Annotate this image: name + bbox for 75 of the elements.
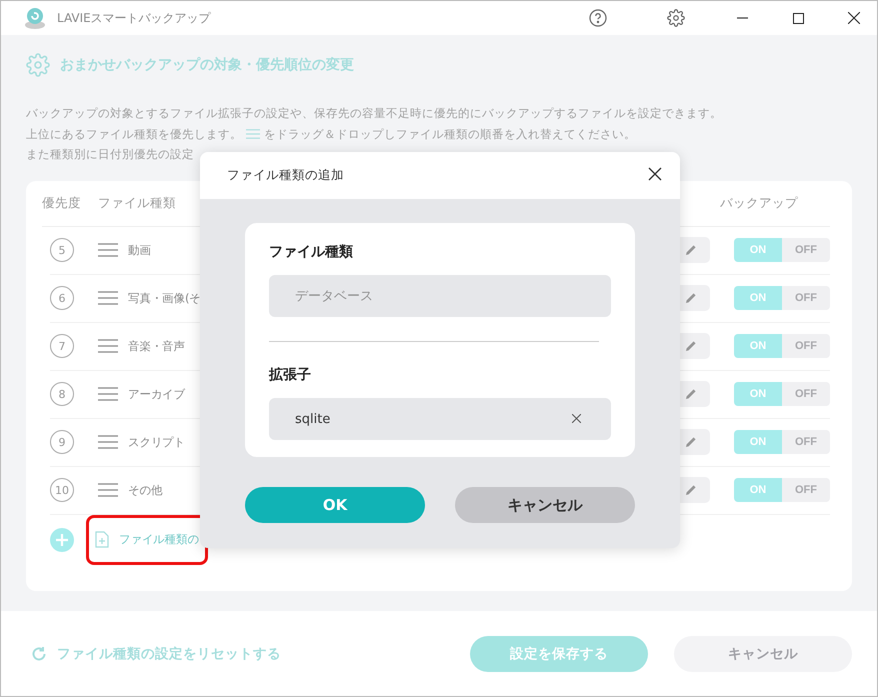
drag-handle-icon bbox=[98, 483, 118, 497]
file-type-name: スクリプト bbox=[128, 434, 186, 450]
refresh-icon bbox=[31, 646, 47, 662]
file-add-icon bbox=[95, 531, 109, 548]
priority-number: 9 bbox=[50, 430, 74, 454]
off-option[interactable]: OFF bbox=[782, 382, 830, 406]
drag-handle-icon bbox=[98, 435, 118, 449]
cancel-button[interactable]: キャンセル bbox=[455, 487, 635, 523]
off-option[interactable]: OFF bbox=[782, 334, 830, 358]
backup-toggle[interactable]: ON OFF bbox=[734, 430, 830, 454]
help-icon bbox=[589, 9, 607, 27]
close-icon bbox=[848, 12, 860, 24]
save-button[interactable]: 設定を保存する bbox=[470, 636, 648, 672]
field-label: 拡張子 bbox=[269, 366, 312, 384]
off-option[interactable]: OFF bbox=[782, 430, 830, 454]
priority-number: 8 bbox=[50, 382, 74, 406]
file-type-name: アーカイブ bbox=[128, 386, 186, 402]
file-type-name: 写真・画像(そ bbox=[128, 290, 200, 306]
drag-handle-icon bbox=[98, 243, 118, 257]
maximize-icon bbox=[792, 12, 804, 24]
backup-toggle[interactable]: ON OFF bbox=[734, 286, 830, 310]
backup-toggle[interactable]: ON OFF bbox=[734, 238, 830, 262]
cancel-button[interactable]: キャンセル bbox=[674, 636, 852, 672]
description-text: また種類別に日付別優先の設定 bbox=[26, 146, 194, 163]
pencil-icon bbox=[685, 436, 697, 448]
on-option[interactable]: ON bbox=[734, 382, 782, 406]
pencil-icon bbox=[685, 340, 697, 352]
reset-link[interactable]: ファイル種類の設定をリセットする bbox=[31, 644, 470, 662]
off-option[interactable]: OFF bbox=[782, 238, 830, 262]
pencil-icon bbox=[685, 244, 697, 256]
on-option[interactable]: ON bbox=[734, 286, 782, 310]
priority-number: 6 bbox=[50, 286, 74, 310]
field-label: ファイル種類 bbox=[269, 243, 354, 261]
drag-handle-icon bbox=[98, 387, 118, 401]
window-title: LAVIEスマートバックアップ bbox=[57, 10, 212, 26]
priority-number: 10 bbox=[50, 478, 74, 502]
off-option[interactable]: OFF bbox=[782, 478, 830, 502]
on-option[interactable]: ON bbox=[734, 478, 782, 502]
section-heading: おまかせバックアップの対象・優先順位の変更 bbox=[60, 56, 354, 74]
column-header: ファイル種類 bbox=[98, 194, 177, 212]
description-text: をドラッグ＆ドロップしファイル種類の順番を入れ替えてください。 bbox=[264, 126, 636, 142]
file-type-field[interactable]: データベース bbox=[269, 275, 611, 317]
column-header: バックアップ bbox=[720, 194, 798, 212]
drag-handle-icon bbox=[246, 126, 260, 141]
settings-icon bbox=[667, 9, 685, 27]
priority-number: 5 bbox=[50, 238, 74, 262]
add-circle-icon bbox=[50, 528, 74, 552]
off-option[interactable]: OFF bbox=[782, 286, 830, 310]
file-type-name: 音楽・音声 bbox=[128, 338, 186, 354]
ok-button[interactable]: OK bbox=[245, 487, 425, 523]
description-text: 上位にあるファイル種類を優先します。 bbox=[26, 126, 242, 142]
clear-icon bbox=[572, 414, 581, 423]
description-text: バックアップの対象とするファイル拡張子の設定や、保存先の容量不足時に優先的にバックアップするファイルを設定できます。 bbox=[26, 105, 722, 122]
close-icon bbox=[648, 166, 662, 180]
minimize-icon bbox=[736, 17, 748, 19]
on-option[interactable]: ON bbox=[734, 238, 782, 262]
dialog-title: ファイル種類の追加 bbox=[227, 167, 345, 184]
gear-icon bbox=[26, 53, 50, 77]
backup-toggle[interactable]: ON OFF bbox=[734, 478, 830, 502]
on-option[interactable]: ON bbox=[734, 334, 782, 358]
pencil-icon bbox=[685, 484, 697, 496]
file-type-name: その他 bbox=[128, 482, 162, 498]
pencil-icon bbox=[685, 292, 697, 304]
add-file-type-button[interactable]: ファイル種類の bbox=[95, 531, 199, 548]
extension-field[interactable]: sqlite bbox=[269, 398, 611, 440]
pencil-icon bbox=[685, 388, 697, 400]
backup-toggle[interactable]: ON OFF bbox=[734, 382, 830, 406]
backup-toggle[interactable]: ON OFF bbox=[734, 334, 830, 358]
drag-handle-icon bbox=[98, 339, 118, 353]
on-option[interactable]: ON bbox=[734, 430, 782, 454]
priority-number: 7 bbox=[50, 334, 74, 358]
column-header: 優先度 bbox=[42, 194, 82, 212]
app-logo-icon bbox=[23, 6, 47, 30]
drag-handle-icon bbox=[98, 291, 118, 305]
file-type-name: 動画 bbox=[128, 242, 151, 258]
